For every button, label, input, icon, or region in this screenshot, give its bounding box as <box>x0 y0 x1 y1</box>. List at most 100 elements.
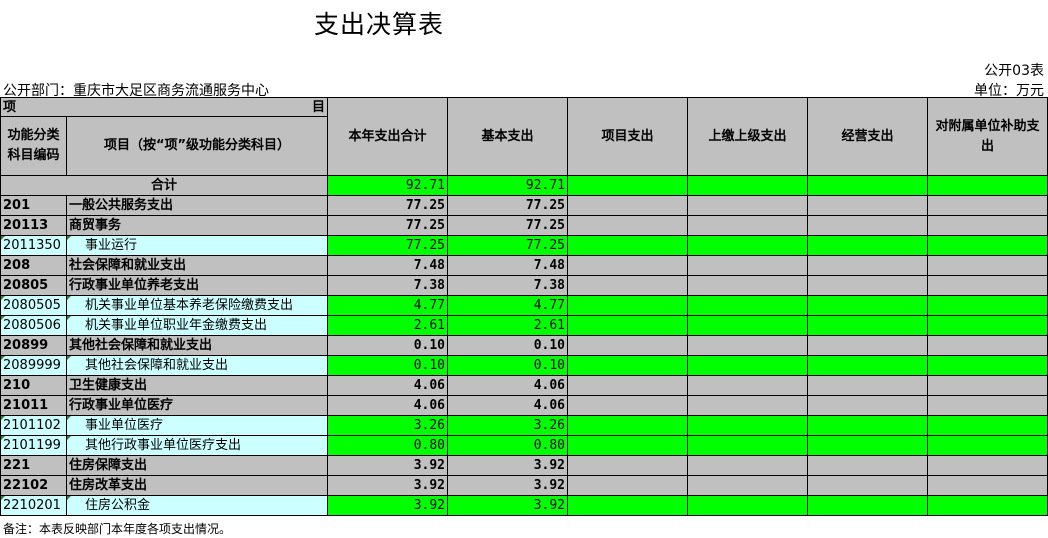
project-cell <box>567 295 688 316</box>
header-xiang: 项 <box>3 99 17 115</box>
upper-cell <box>687 195 808 216</box>
name-cell: 卫生健康支出 <box>66 375 328 396</box>
name-cell: 事业运行 <box>66 235 328 256</box>
operating-cell <box>807 315 928 336</box>
table-row: 2210201 住房公积金 3.92 3.92 <box>0 495 1048 516</box>
project-cell <box>567 435 688 456</box>
operating-cell <box>807 275 928 296</box>
code-cell: 2101102 <box>0 415 67 436</box>
name-cell: 机关事业单位基本养老保险缴费支出 <box>66 295 328 316</box>
project-cell <box>567 395 688 416</box>
upper-cell <box>687 255 808 276</box>
total-cell: 3.92 <box>327 455 448 476</box>
header-upper: 上缴上级支出 <box>687 97 808 176</box>
basic-cell: 77.25 <box>447 235 568 256</box>
name-cell: 其他社会保障和就业支出 <box>66 355 328 376</box>
upper-cell <box>687 235 808 256</box>
code-cell: 20899 <box>0 335 67 356</box>
total-amount: 92.71 <box>327 175 448 196</box>
name-cell: 社会保障和就业支出 <box>66 255 328 276</box>
name-cell: 机关事业单位职业年金缴费支出 <box>66 315 328 336</box>
basic-cell: 3.92 <box>447 475 568 496</box>
name-cell: 其他行政事业单位医疗支出 <box>66 435 328 456</box>
header-project: 项目支出 <box>567 97 688 176</box>
footnote: 备注：本表反映部门本年度各项支出情况。 <box>3 522 232 536</box>
total-label: 合计 <box>0 175 328 196</box>
project-cell <box>567 255 688 276</box>
table-row: 20113 商贸事务 77.25 77.25 <box>0 215 1048 236</box>
name-cell: 住房改革支出 <box>66 475 328 496</box>
total-cell: 0.10 <box>327 355 448 376</box>
total-cell: 7.48 <box>327 255 448 276</box>
table-row: 2089999 其他社会保障和就业支出 0.10 0.10 <box>0 355 1048 376</box>
subsidy-cell <box>927 415 1048 436</box>
basic-cell: 7.38 <box>447 275 568 296</box>
project-cell <box>567 375 688 396</box>
table-row: 22102 住房改革支出 3.92 3.92 <box>0 475 1048 496</box>
header-xiang-mu: 项 目 <box>0 97 328 117</box>
total-cell: 4.06 <box>327 375 448 396</box>
code-cell: 21011 <box>0 395 67 416</box>
subsidy-cell <box>927 275 1048 296</box>
operating-cell <box>807 415 928 436</box>
total-cell: 3.92 <box>327 475 448 496</box>
table-row: 2011350 事业运行 77.25 77.25 <box>0 235 1048 256</box>
upper-cell <box>687 315 808 336</box>
subsidy-cell <box>927 475 1048 496</box>
upper-cell <box>687 295 808 316</box>
upper-cell <box>687 495 808 516</box>
subsidy-cell <box>927 195 1048 216</box>
operating-cell <box>807 215 928 236</box>
operating-cell <box>807 495 928 516</box>
subsidy-cell <box>927 235 1048 256</box>
code-cell: 221 <box>0 455 67 476</box>
total-cell: 77.25 <box>327 235 448 256</box>
basic-cell: 2.61 <box>447 315 568 336</box>
code-cell: 2210201 <box>0 495 67 516</box>
upper-cell <box>687 355 808 376</box>
project-cell <box>567 495 688 516</box>
project-cell <box>567 415 688 436</box>
subsidy-cell <box>927 435 1048 456</box>
operating-cell <box>807 335 928 356</box>
project-cell <box>567 315 688 336</box>
project-cell <box>567 475 688 496</box>
code-cell: 20805 <box>0 275 67 296</box>
table-row: 201 一般公共服务支出 77.25 77.25 <box>0 195 1048 216</box>
table-row: 210 卫生健康支出 4.06 4.06 <box>0 375 1048 396</box>
subsidy-cell <box>927 315 1048 336</box>
subsidy-cell <box>927 455 1048 476</box>
basic-cell: 3.26 <box>447 415 568 436</box>
table-row: 2101199 其他行政事业单位医疗支出 0.80 0.80 <box>0 435 1048 456</box>
code-cell: 2089999 <box>0 355 67 376</box>
header-subsidy: 对附属单位补助支出 <box>927 97 1048 176</box>
code-cell: 2011350 <box>0 235 67 256</box>
operating-cell <box>807 235 928 256</box>
upper-cell <box>687 375 808 396</box>
operating-cell <box>807 195 928 216</box>
operating-cell <box>807 375 928 396</box>
name-cell: 事业单位医疗 <box>66 415 328 436</box>
total-cell: 3.92 <box>327 495 448 516</box>
subsidy-cell <box>927 495 1048 516</box>
project-cell <box>567 455 688 476</box>
table-row: 2080505 机关事业单位基本养老保险缴费支出 4.77 4.77 <box>0 295 1048 316</box>
total-cell: 4.06 <box>327 395 448 416</box>
name-cell: 一般公共服务支出 <box>66 195 328 216</box>
header-operating: 经营支出 <box>807 97 928 176</box>
upper-cell <box>687 475 808 496</box>
upper-cell <box>687 435 808 456</box>
table-row: 2080506 机关事业单位职业年金缴费支出 2.61 2.61 <box>0 315 1048 336</box>
total-cell: 77.25 <box>327 215 448 236</box>
project-cell <box>567 335 688 356</box>
project-cell <box>567 215 688 236</box>
code-cell: 210 <box>0 375 67 396</box>
upper-cell <box>687 455 808 476</box>
code-cell: 20113 <box>0 215 67 236</box>
code-cell: 2101199 <box>0 435 67 456</box>
header-basic: 基本支出 <box>447 97 568 176</box>
total-cell: 77.25 <box>327 195 448 216</box>
table-row: 21011 行政事业单位医疗 4.06 4.06 <box>0 395 1048 416</box>
name-cell: 其他社会保障和就业支出 <box>66 335 328 356</box>
project-cell <box>567 275 688 296</box>
